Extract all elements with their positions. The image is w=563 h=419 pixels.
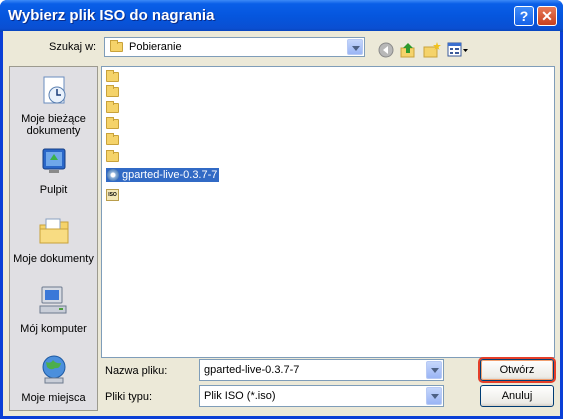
folder-item[interactable] (106, 150, 120, 165)
folder-icon (106, 70, 119, 82)
place-label: Moje dokumenty (13, 253, 94, 265)
folder-item[interactable] (106, 85, 120, 100)
folder-icon (110, 40, 123, 52)
chevron-down-icon[interactable] (347, 39, 363, 55)
filename-field[interactable]: gparted-live-0.3.7-7 (199, 359, 444, 381)
folder-item[interactable] (106, 117, 120, 132)
network-places-icon (42, 355, 65, 384)
recent-documents-icon (43, 76, 65, 104)
place-my-computer[interactable]: Mój komputer (10, 285, 97, 335)
places-bar: Moje bieżące dokumenty Pulpit Moje dokum… (9, 66, 98, 411)
selected-file-item[interactable]: gparted-live-0.3.7-7 (106, 168, 256, 183)
new-folder-icon[interactable] (423, 42, 441, 58)
file-list[interactable]: gparted-live-0.3.7-7 ISO (101, 66, 555, 358)
filename-value: gparted-live-0.3.7-7 (204, 364, 300, 376)
place-label: Mój komputer (20, 323, 87, 335)
filename-label: Nazwa pliku: (105, 365, 168, 377)
view-menu-icon[interactable] (447, 42, 469, 58)
look-in-value: Pobieranie (129, 41, 182, 53)
place-label: Pulpit (39, 184, 68, 196)
my-documents-icon (39, 218, 68, 244)
look-in-label: Szukaj w: (49, 41, 97, 53)
iso-file-icon: ISO (106, 189, 119, 201)
filetype-label: Pliki typu: (105, 391, 153, 403)
folder-item[interactable] (106, 101, 120, 116)
place-desktop[interactable]: Pulpit (10, 146, 97, 196)
folder-icon (106, 117, 119, 129)
selected-file-name: gparted-live-0.3.7-7 (106, 168, 220, 182)
chevron-down-icon[interactable] (426, 387, 442, 405)
place-network-places[interactable]: Moje miejsca (10, 354, 97, 404)
desktop-icon (42, 148, 65, 173)
place-label: Moje miejsca (21, 392, 86, 404)
folder-item[interactable] (106, 133, 120, 148)
window-title: Wybierz plik ISO do nagrania (8, 7, 215, 24)
file-item[interactable]: ISO (106, 188, 120, 203)
dialog-body: Szukaj w: Pobieranie Moje bieżące dokume… (3, 31, 560, 416)
filetype-dropdown[interactable]: Plik ISO (*.iso) (199, 385, 444, 407)
open-button[interactable]: Otwórz (480, 359, 554, 381)
cancel-button[interactable]: Anuluj (480, 385, 554, 407)
my-computer-icon (39, 286, 66, 314)
place-recent-documents[interactable]: Moje bieżące dokumenty (10, 75, 97, 137)
back-icon[interactable] (378, 42, 394, 58)
folder-icon (106, 133, 119, 145)
chevron-down-icon[interactable] (426, 361, 442, 379)
disc-image-icon (107, 169, 119, 181)
place-my-documents[interactable]: Moje dokumenty (10, 215, 97, 265)
folder-item[interactable] (106, 70, 120, 85)
folder-icon (106, 101, 119, 113)
dialog-window: Wybierz plik ISO do nagrania ? ✕ Szukaj … (0, 0, 563, 419)
look-in-dropdown[interactable]: Pobieranie (104, 37, 365, 57)
title-bar[interactable]: Wybierz plik ISO do nagrania ? ✕ (0, 0, 563, 32)
place-label: Moje bieżące dokumenty (21, 113, 86, 137)
help-button[interactable]: ? (514, 6, 534, 26)
filetype-value: Plik ISO (*.iso) (204, 390, 276, 402)
close-button[interactable]: ✕ (537, 6, 557, 26)
folder-icon (106, 85, 119, 97)
folder-icon (106, 150, 119, 162)
up-folder-icon[interactable] (400, 42, 416, 58)
